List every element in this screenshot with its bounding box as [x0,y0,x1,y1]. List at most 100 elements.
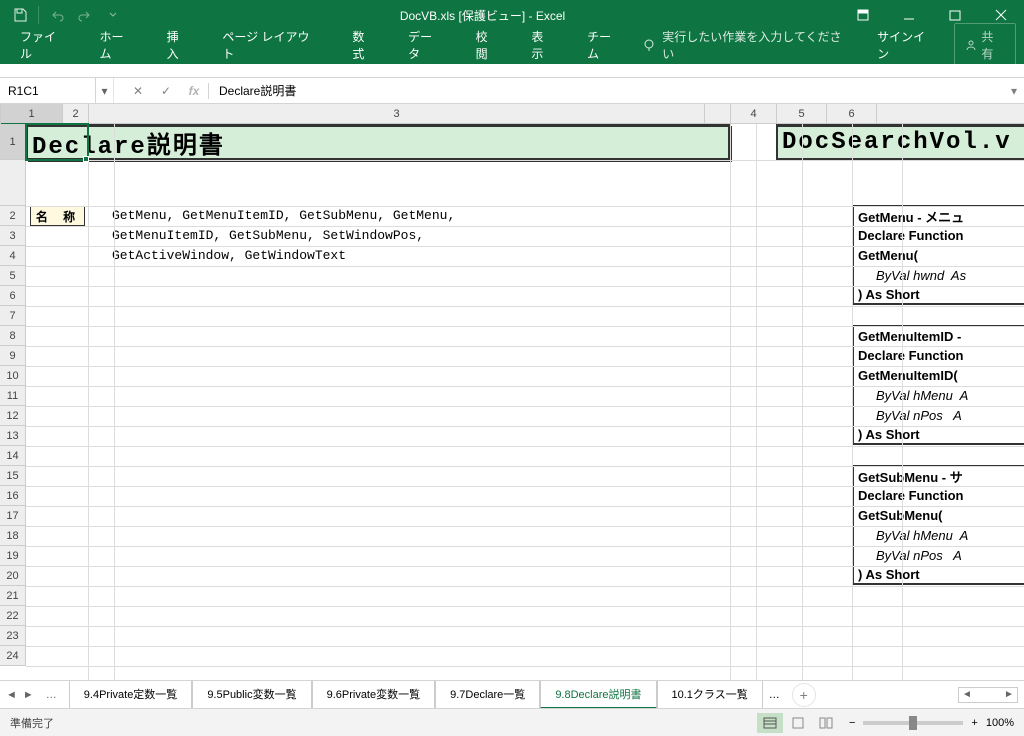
row-header[interactable]: 3 [0,226,26,246]
tab-pagelayout[interactable]: ページ レイアウト [210,22,332,68]
code-line[interactable]: ) As Short [852,565,1024,585]
column-header[interactable]: 6 [827,104,877,124]
column-header[interactable] [877,104,1024,124]
code-line[interactable]: GetMenuItemID - [852,325,1024,345]
row-header[interactable]: 11 [0,386,26,406]
code-line[interactable]: ) As Short [852,285,1024,305]
tab-team[interactable]: チーム [575,22,634,68]
code-line[interactable]: ByVal hMenu A [852,525,1024,545]
tab-scroll-left-icon[interactable]: ◄ [6,689,17,701]
code-line[interactable]: GetMenu - メニュ [852,205,1024,225]
code-line[interactable]: ByVal hMenu A [852,385,1024,405]
minimize-icon[interactable] [886,0,932,30]
row-header[interactable]: 7 [0,306,26,326]
sheet-tab[interactable]: 9.4Private定数一覧 [69,681,193,709]
column-header[interactable]: 2 [63,104,89,124]
horizontal-scrollbar[interactable]: ◄ ► [816,687,1024,703]
row-header[interactable]: 20 [0,566,26,586]
row-header[interactable]: 12 [0,406,26,426]
fill-handle[interactable] [83,156,89,162]
tab-data[interactable]: データ [396,22,456,68]
tab-insert[interactable]: 挿入 [155,22,203,68]
code-line[interactable]: GetSubMenu( [852,505,1024,525]
code-line[interactable]: Declare Function [852,225,1024,245]
body-line[interactable]: GetMenu, GetMenuItemID, GetSubMenu, GetM… [112,208,455,223]
row-header[interactable]: 19 [0,546,26,566]
page-break-view-icon[interactable] [813,713,839,733]
column-header[interactable]: 4 [731,104,777,124]
zoom-in-button[interactable]: + [971,717,977,729]
tab-view[interactable]: 表示 [519,22,567,68]
secondary-title-cell[interactable]: DocSearchVol.v [776,124,1024,160]
formula-input[interactable]: Declare説明書 [209,78,1004,103]
zoom-level[interactable]: 100% [986,717,1014,729]
column-header[interactable] [705,104,731,124]
share-button[interactable]: 共有 [954,23,1016,67]
code-line[interactable]: ByVal nPos A [852,545,1024,565]
row-header[interactable]: 14 [0,446,26,466]
row-header[interactable]: 21 [0,586,26,606]
row-header[interactable]: 5 [0,266,26,286]
title-cell[interactable]: Declare説明書 [26,124,730,160]
row-header[interactable]: 1 [0,124,26,160]
row-header[interactable]: 8 [0,326,26,346]
row-header[interactable]: 24 [0,646,26,666]
normal-view-icon[interactable] [757,713,783,733]
name-box[interactable]: R1C1 [0,78,96,103]
code-line[interactable]: GetSubMenu - サ [852,465,1024,485]
tab-home[interactable]: ホーム [87,22,146,68]
sheet-tab[interactable]: 9.5Public変数一覧 [192,681,311,709]
row-header[interactable]: 17 [0,506,26,526]
zoom-slider[interactable] [863,721,963,725]
row-header[interactable] [0,160,26,206]
row-header[interactable]: 2 [0,206,26,226]
code-line[interactable]: Declare Function [852,345,1024,365]
name-box-dropdown-icon[interactable]: ▾ [96,78,114,103]
tab-file[interactable]: ファイル [8,22,79,68]
row-header[interactable]: 9 [0,346,26,366]
tab-overflow-right-icon[interactable]: … [763,689,786,701]
page-layout-view-icon[interactable] [785,713,811,733]
row-header[interactable]: 10 [0,366,26,386]
sheet-tab[interactable]: 10.1クラス一覧 [657,681,763,709]
row-header[interactable]: 22 [0,606,26,626]
tab-scroll-right-icon[interactable]: ► [23,689,34,701]
code-line[interactable]: GetMenuItemID( [852,365,1024,385]
row-header[interactable]: 16 [0,486,26,506]
sheet-tab[interactable]: 9.8Declare説明書 [540,681,656,709]
scroll-left-icon[interactable]: ◄ [959,688,975,702]
tab-formulas[interactable]: 数式 [340,22,388,68]
row-header[interactable]: 6 [0,286,26,306]
enter-icon[interactable]: ✓ [152,78,180,103]
scroll-right-icon[interactable]: ► [1001,688,1017,702]
column-header[interactable]: 5 [777,104,827,124]
code-block-panel[interactable]: GetMenu - メニュDeclare FunctionGetMenu(ByV… [852,205,1024,585]
signin-link[interactable]: サインイン [867,28,946,62]
code-line[interactable]: ByVal hwnd As [852,265,1024,285]
sheet-tab[interactable]: 9.7Declare一覧 [435,681,540,709]
zoom-out-button[interactable]: − [849,717,855,729]
ribbon-display-options-icon[interactable] [840,0,886,30]
code-line[interactable]: ByVal nPos A [852,405,1024,425]
column-header[interactable]: 1 [1,104,63,124]
row-header[interactable]: 4 [0,246,26,266]
tab-review[interactable]: 校閲 [464,22,512,68]
cells-grid[interactable]: Declare説明書 DocSearchVol.v 名 称 GetMenu, G… [26,124,1024,680]
sheet-tab[interactable]: 9.6Private変数一覧 [312,681,436,709]
row-header[interactable]: 13 [0,426,26,446]
tell-me-search[interactable]: 実行したい作業を入力してください [642,28,851,62]
column-header[interactable]: 3 [89,104,705,124]
code-line[interactable]: Declare Function [852,485,1024,505]
code-line[interactable]: GetMenu( [852,245,1024,265]
code-line[interactable]: ) As Short [852,425,1024,445]
add-sheet-button[interactable]: + [792,683,816,707]
body-line[interactable]: GetMenuItemID, GetSubMenu, SetWindowPos, [112,228,424,243]
cancel-icon[interactable]: ✕ [124,78,152,103]
name-label-cell[interactable]: 名 称 [30,206,85,226]
row-header[interactable]: 23 [0,626,26,646]
row-header[interactable]: 15 [0,466,26,486]
body-line[interactable]: GetActiveWindow, GetWindowText [112,248,346,263]
tab-overflow-icon[interactable]: … [40,689,63,701]
expand-formula-bar-icon[interactable]: ▾ [1004,84,1024,98]
fx-icon[interactable]: fx [180,78,208,103]
